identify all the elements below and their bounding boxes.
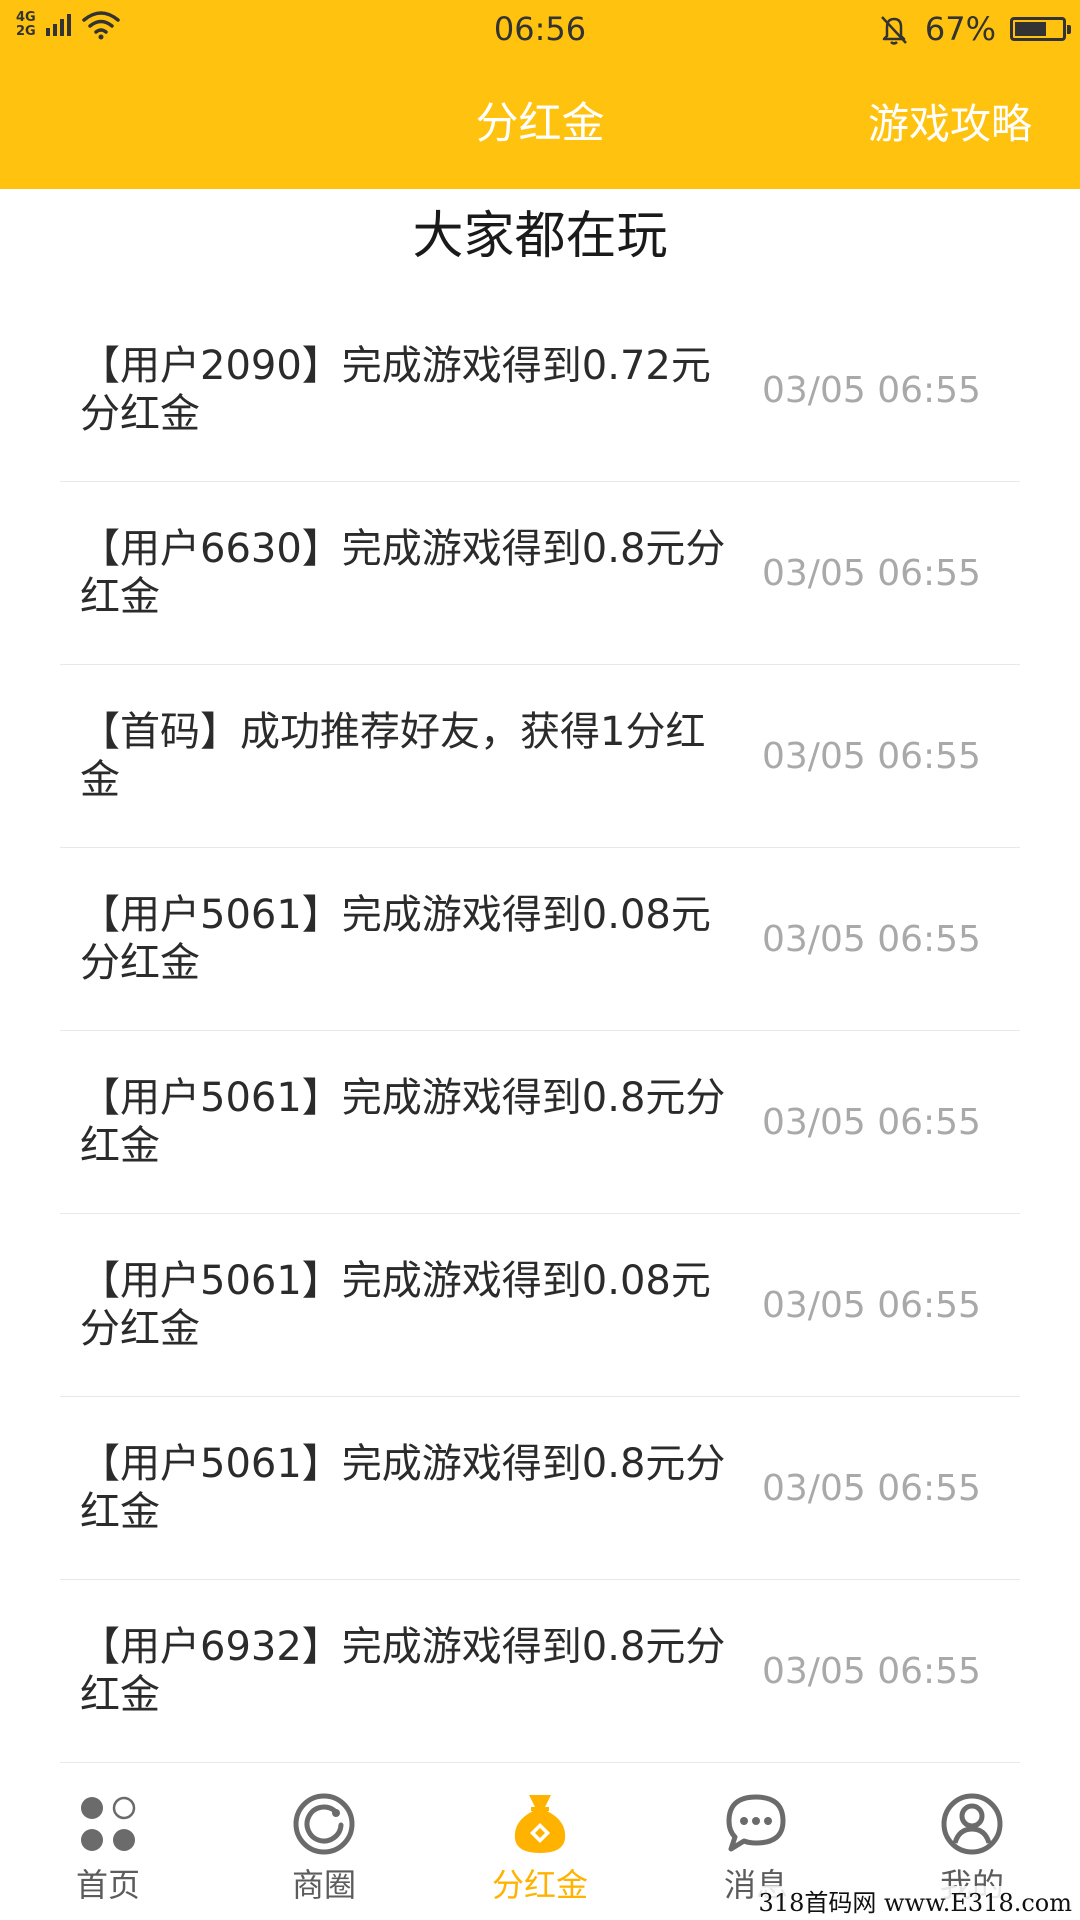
battery-icon bbox=[1010, 17, 1071, 41]
feed-message: 【用户2090】完成游戏得到0.72元分红金 bbox=[80, 343, 711, 437]
feed-time: 03/05 06:55 bbox=[762, 919, 981, 960]
message-bubble-icon bbox=[726, 1794, 786, 1852]
feed-message: 【用户6932】完成游戏得到0.8元分红金 bbox=[80, 1624, 726, 1718]
status-right: 67% bbox=[877, 8, 1071, 50]
list-item: 【首码】成功推荐好友，获得1分红金 03/05 06:55 bbox=[60, 666, 1020, 848]
feed-message: 【用户5061】完成游戏得到0.8元分红金 bbox=[80, 1441, 726, 1535]
feed-time: 03/05 06:55 bbox=[762, 1651, 981, 1692]
user-profile-icon bbox=[941, 1793, 1003, 1855]
feed-time: 03/05 06:55 bbox=[762, 1285, 981, 1326]
activity-feed: 【用户2090】完成游戏得到0.72元分红金 03/05 06:55 【用户66… bbox=[60, 300, 1020, 1764]
list-item: 【用户5061】完成游戏得到0.8元分红金 03/05 06:55 bbox=[60, 1032, 1020, 1214]
feed-message: 【用户5061】完成游戏得到0.8元分红金 bbox=[80, 1075, 726, 1169]
list-item: 【用户6932】完成游戏得到0.8元分红金 03/05 06:55 bbox=[60, 1581, 1020, 1763]
money-bag-icon bbox=[514, 1795, 566, 1853]
feed-message: 【用户5061】完成游戏得到0.08元分红金 bbox=[80, 1258, 711, 1352]
list-item: 【用户2090】完成游戏得到0.72元分红金 03/05 06:55 bbox=[60, 300, 1020, 482]
feed-time: 03/05 06:55 bbox=[762, 736, 981, 777]
tab-business-circle[interactable]: 商圈 bbox=[216, 1763, 432, 1920]
bell-muted-icon bbox=[880, 16, 907, 45]
feed-message: 【首码】成功推荐好友，获得1分红金 bbox=[80, 709, 706, 803]
feed-message: 【用户5061】完成游戏得到0.08元分红金 bbox=[80, 892, 711, 986]
tab-business-circle-label: 商圈 bbox=[291, 1866, 356, 1904]
tab-home-label: 首页 bbox=[75, 1866, 140, 1904]
feed-message: 【用户6630】完成游戏得到0.8元分红金 bbox=[80, 526, 726, 620]
list-item: 【用户6630】完成游戏得到0.8元分红金 03/05 06:55 bbox=[60, 483, 1020, 665]
status-bar: 4G 2G 06:56 67% bbox=[0, 0, 1080, 58]
feed-time: 03/05 06:55 bbox=[762, 1468, 981, 1509]
business-circle-icon bbox=[293, 1793, 355, 1855]
section-title: 大家都在玩 bbox=[412, 207, 668, 266]
tab-dividend[interactable]: 分红金 bbox=[432, 1763, 648, 1920]
top-bar: 4G 2G 06:56 67% 分红金 游戏攻略 bbox=[0, 0, 1080, 189]
list-item: 【用户5061】完成游戏得到0.8元分红金 03/05 06:55 bbox=[60, 1398, 1020, 1580]
battery-percent: 67% bbox=[924, 10, 996, 48]
list-item: 【用户5061】完成游戏得到0.08元分红金 03/05 06:55 bbox=[60, 1215, 1020, 1397]
home-dots-icon bbox=[81, 1796, 136, 1851]
battery-fill bbox=[1015, 22, 1046, 36]
feed-time: 03/05 06:55 bbox=[762, 553, 981, 594]
watermark: 318首码网 www.E318.com bbox=[754, 1886, 1076, 1920]
tab-home[interactable]: 首页 bbox=[0, 1763, 216, 1920]
feed-time: 03/05 06:55 bbox=[762, 370, 981, 411]
list-item: 【用户5061】完成游戏得到0.08元分红金 03/05 06:55 bbox=[60, 849, 1020, 1031]
feed-time: 03/05 06:55 bbox=[762, 1102, 981, 1143]
tab-dividend-label: 分红金 bbox=[491, 1866, 588, 1904]
game-guide-link[interactable]: 游戏攻略 bbox=[868, 94, 1032, 154]
